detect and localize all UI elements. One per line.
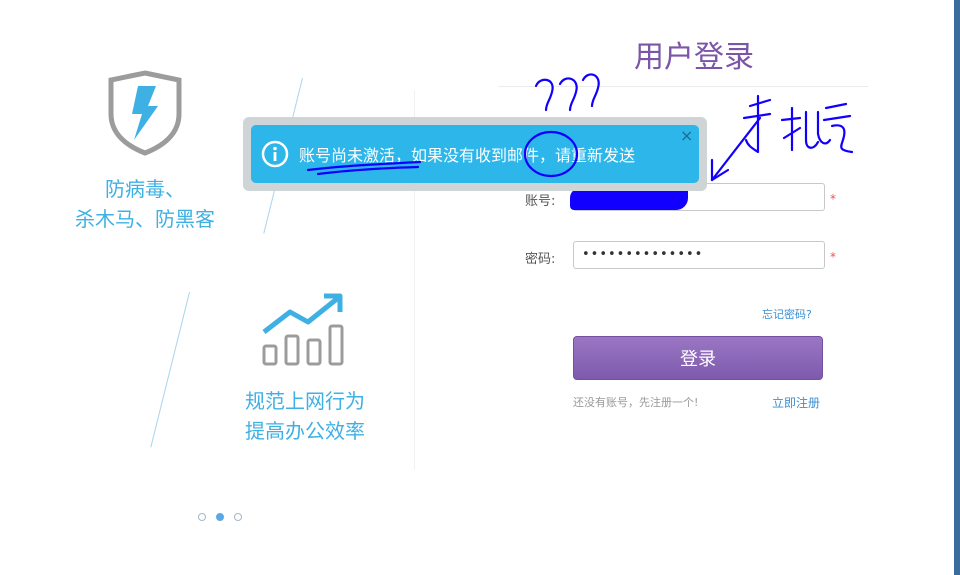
- title-divider: [498, 86, 868, 87]
- login-button[interactable]: 登录: [573, 336, 823, 380]
- info-icon: [261, 140, 289, 168]
- question-mark-scribble: [534, 78, 554, 112]
- feature-efficiency: 规范上网行为 提高办公效率: [225, 290, 385, 446]
- question-mark-scribble: [558, 77, 578, 112]
- decor-line: [150, 292, 190, 448]
- password-input[interactable]: ••••••••••••••: [573, 241, 825, 269]
- question-mark-scribble: [581, 73, 600, 108]
- password-label: 密码:: [525, 252, 556, 267]
- no-account-text: 还没有账号，先注册一个!: [573, 396, 699, 409]
- handwriting-scribble: [780, 106, 802, 152]
- feature-security: 防病毒、 杀木马、防黑客: [60, 70, 230, 234]
- required-mark: *: [830, 250, 836, 264]
- feature-text-line: 规范上网行为: [245, 389, 365, 413]
- toast-close-icon[interactable]: ×: [680, 128, 693, 144]
- handwriting-scribble: [742, 94, 772, 154]
- shield-lightning-icon: [108, 70, 182, 156]
- carousel-dots: [198, 513, 242, 521]
- toast-message: 账号尚未激活，如果没有收到邮件，请重新发送: [299, 146, 636, 165]
- handwriting-scribble: [804, 110, 832, 149]
- feature-text-line: 提高办公效率: [245, 419, 365, 443]
- feature-text-line: 防病毒、: [105, 177, 185, 201]
- toast-notification: 账号尚未激活，如果没有收到邮件，请重新发送: [251, 125, 699, 183]
- register-link[interactable]: 立即注册: [772, 394, 820, 411]
- login-title: 用户登录: [634, 40, 754, 75]
- redaction-scribble: [570, 188, 688, 210]
- handwriting-scribble: [822, 102, 854, 154]
- account-label: 账号:: [525, 194, 556, 209]
- carousel-dot[interactable]: [198, 513, 206, 521]
- carousel-dot-active[interactable]: [216, 513, 224, 521]
- forgot-password-link[interactable]: 忘记密码?: [762, 306, 812, 322]
- required-mark: *: [830, 192, 836, 206]
- growth-chart-icon: [262, 293, 344, 366]
- arrow-scribble: [710, 158, 730, 182]
- arrow-scribble: [710, 116, 762, 182]
- window-edge: [954, 0, 960, 575]
- feature-text-line: 杀木马、防黑客: [75, 207, 215, 231]
- carousel-dot[interactable]: [234, 513, 242, 521]
